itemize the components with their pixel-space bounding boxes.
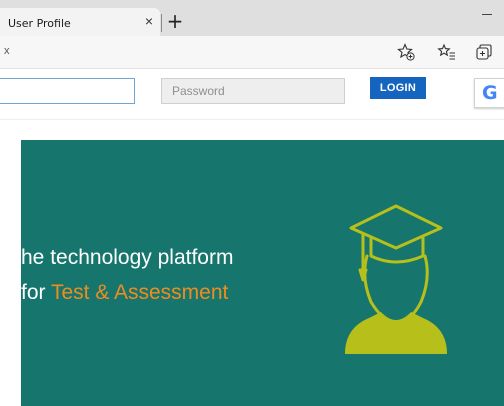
hero-subheadline-prefix: for	[21, 281, 51, 304]
new-tab-button[interactable]: +	[166, 11, 184, 31]
browser-tab-strip: User Profile × +	[0, 0, 504, 36]
tab-divider	[161, 14, 162, 32]
tab-title: User Profile	[8, 17, 71, 30]
hero-subheadline: for Test & Assessment	[21, 281, 228, 305]
login-button[interactable]: LOGIN	[370, 77, 426, 99]
address-text[interactable]: x	[4, 45, 10, 57]
google-icon: G	[482, 82, 498, 104]
hero-headline: he technology platform	[21, 246, 234, 269]
close-icon[interactable]: ×	[143, 14, 155, 28]
hero-accent-text: Test & Assessment	[50, 281, 229, 304]
google-login-button[interactable]: G	[474, 78, 504, 108]
password-input[interactable]	[161, 78, 345, 104]
graduate-icon	[345, 204, 447, 354]
star-plus-icon[interactable]	[396, 42, 416, 62]
address-bar[interactable]: x	[0, 36, 504, 69]
login-bar: LOGIN G	[0, 69, 504, 120]
hero-banner: he technology platform for Test & Assess…	[21, 140, 504, 406]
username-input[interactable]	[0, 78, 135, 104]
collections-icon[interactable]	[474, 42, 494, 62]
minimize-icon[interactable]	[482, 14, 494, 16]
browser-tab[interactable]: User Profile ×	[0, 8, 160, 36]
favorites-list-icon[interactable]	[437, 42, 457, 62]
